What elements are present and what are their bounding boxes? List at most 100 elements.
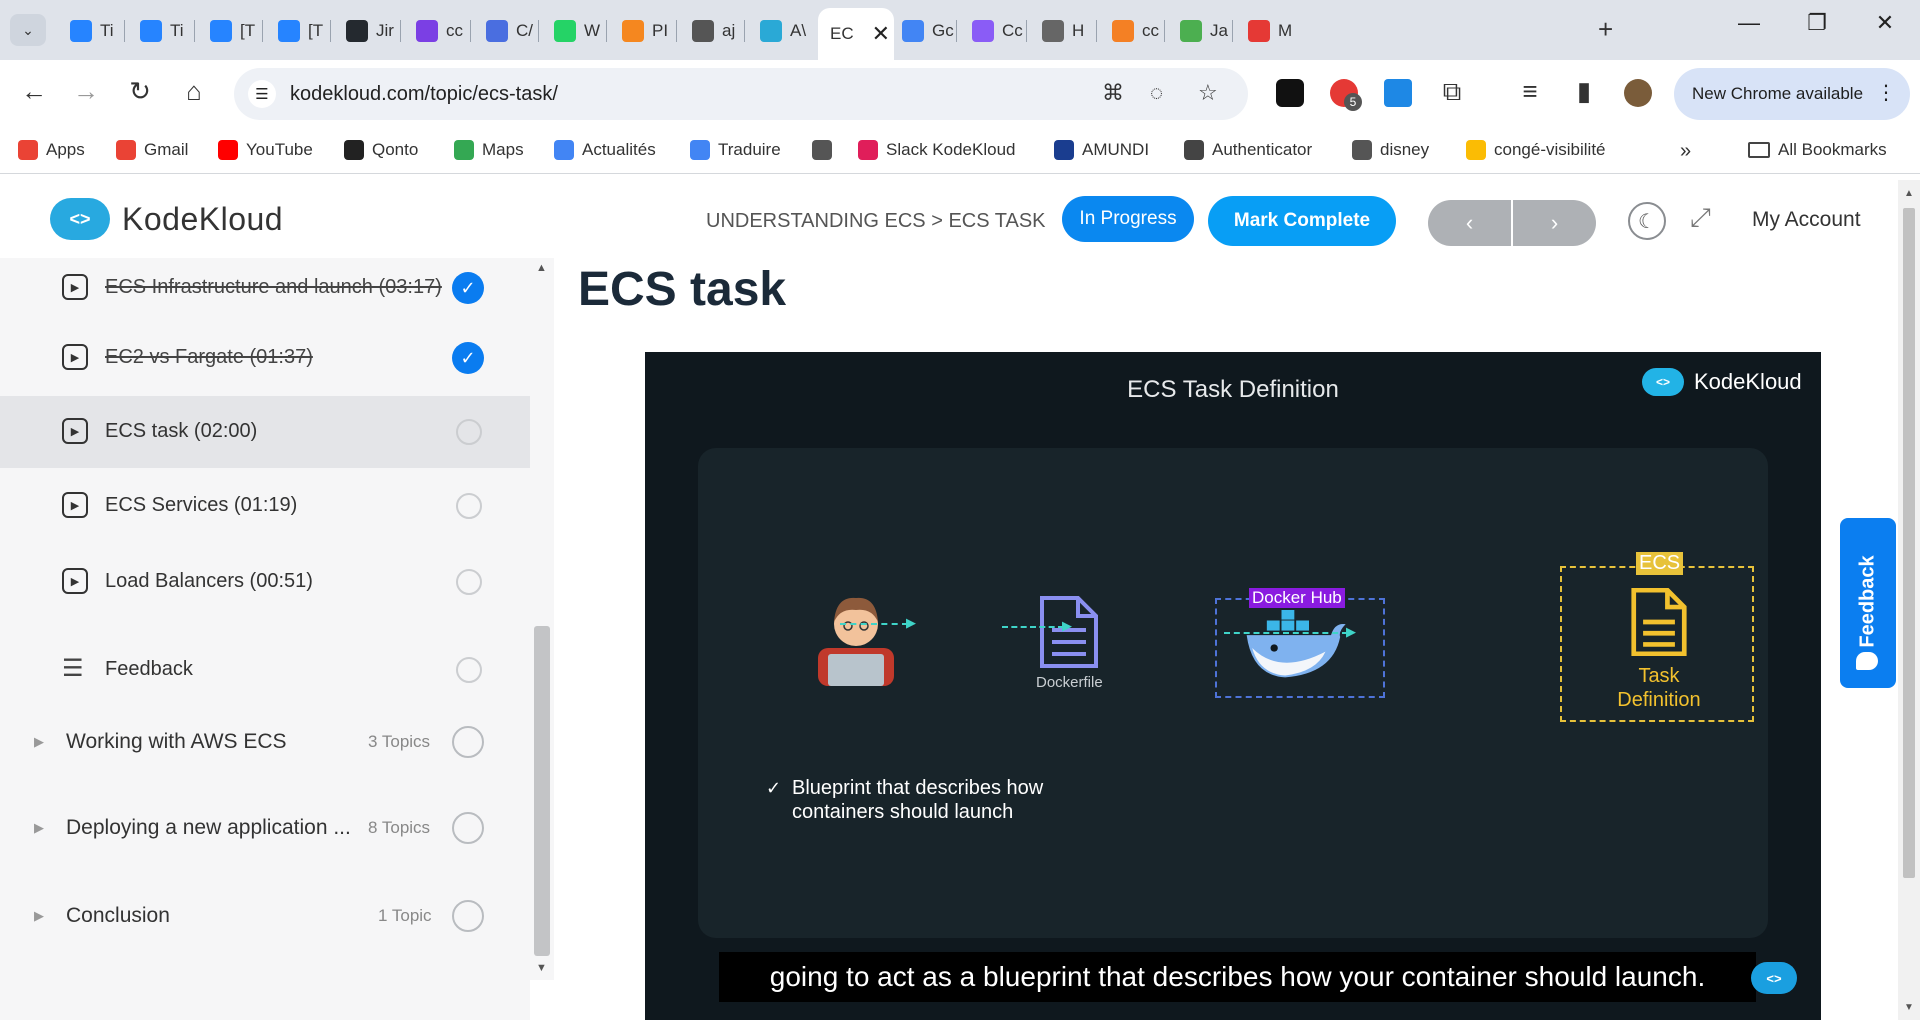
- scroll-down-icon[interactable]: ▼: [1904, 1002, 1914, 1013]
- browser-tab[interactable]: [T: [198, 10, 264, 52]
- folder-icon: [1748, 142, 1770, 158]
- back-arrow-icon[interactable]: ←: [16, 76, 52, 107]
- browser-tab[interactable]: EC ✕: [818, 8, 894, 60]
- scroll-up-icon[interactable]: ▲: [1904, 188, 1914, 199]
- close-window-icon[interactable]: ✕: [1860, 10, 1910, 36]
- minimize-icon[interactable]: —: [1724, 10, 1774, 36]
- bookmarks-overflow-icon[interactable]: »: [1680, 140, 1691, 163]
- expand-caret-icon[interactable]: ▶: [34, 820, 44, 836]
- page-scroll-thumb[interactable]: [1903, 208, 1915, 878]
- expand-caret-icon[interactable]: ▶: [34, 734, 44, 750]
- lesson-item[interactable]: ▶ ECS task (02:00): [0, 396, 530, 468]
- media-control-icon[interactable]: ≡: [1512, 76, 1548, 107]
- section-item[interactable]: ▶ Deploying a new application ... 8 Topics: [0, 798, 530, 858]
- url-text[interactable]: kodekloud.com/topic/ecs-task/: [290, 83, 558, 106]
- browser-tab[interactable]: A\: [748, 10, 814, 52]
- restore-window-icon[interactable]: ❐: [1792, 10, 1842, 36]
- kodekloud-logo[interactable]: <> KodeKloud: [50, 198, 283, 240]
- browser-tab[interactable]: M: [1236, 10, 1302, 52]
- browser-tab[interactable]: cc: [404, 10, 470, 52]
- browser-tab[interactable]: [T: [266, 10, 332, 52]
- next-lesson-button[interactable]: ›: [1511, 200, 1596, 246]
- bookmark-item[interactable]: Maps: [454, 140, 524, 160]
- section-item[interactable]: ▶ Working with AWS ECS 3 Topics: [0, 712, 530, 772]
- new-tab-plus-icon[interactable]: +: [1598, 14, 1613, 45]
- address-bar[interactable]: ☰ kodekloud.com/topic/ecs-task/ ⌘ ◌ ☆: [234, 68, 1248, 120]
- browser-tab[interactable]: W: [542, 10, 608, 52]
- bookmark-item[interactable]: Qonto: [344, 140, 418, 160]
- scroll-up-icon[interactable]: ▲: [536, 262, 547, 274]
- mark-complete-button[interactable]: Mark Complete: [1208, 196, 1396, 246]
- bookmark-favicon-icon: [1054, 140, 1074, 160]
- extension-j-icon[interactable]: [1276, 79, 1304, 107]
- feedback-tab-button[interactable]: Feedback: [1840, 518, 1896, 688]
- browser-tab[interactable]: aj: [680, 10, 746, 52]
- dark-mode-moon-icon[interactable]: ☾: [1628, 202, 1666, 240]
- browser-tab[interactable]: Ti: [128, 10, 194, 52]
- adblock-extension-icon[interactable]: 5: [1330, 79, 1362, 111]
- sidebar-scroll-thumb[interactable]: [534, 626, 550, 956]
- section-item[interactable]: ▶ Conclusion 1 Topic: [0, 886, 530, 946]
- lesson-item[interactable]: ▶ ECS Services (01:19): [0, 470, 530, 542]
- bookmark-item[interactable]: Actualités: [554, 140, 656, 160]
- all-bookmarks-button[interactable]: All Bookmarks: [1748, 140, 1887, 160]
- bookmark-item[interactable]: AMUNDI: [1054, 140, 1149, 160]
- bookmark-item[interactable]: Apps: [18, 140, 85, 160]
- bookmark-item[interactable]: congé-visibilité: [1466, 140, 1606, 160]
- browser-tab[interactable]: Jir: [334, 10, 400, 52]
- translate-icon[interactable]: ⌘: [1102, 80, 1124, 106]
- lesson-item[interactable]: ▶ Load Balancers (00:51): [0, 546, 530, 618]
- bookmark-item[interactable]: disney: [1352, 140, 1429, 160]
- scroll-down-icon[interactable]: ▼: [536, 962, 547, 974]
- sidebar-item-feedback[interactable]: ☰ Feedback: [0, 634, 530, 706]
- arrow-head-icon: ▶: [1062, 618, 1072, 633]
- breadcrumb[interactable]: UNDERSTANDING ECS > ECS TASK: [706, 210, 1046, 233]
- browser-tab[interactable]: C/: [474, 10, 540, 52]
- browser-tab[interactable]: Ti: [58, 10, 124, 52]
- bookmark-item[interactable]: YouTube: [218, 140, 313, 160]
- extensions-puzzle-icon[interactable]: ⧉: [1434, 76, 1470, 108]
- side-panel-icon[interactable]: ▮: [1566, 76, 1602, 107]
- bookmark-item[interactable]: Authenticator: [1184, 140, 1312, 160]
- bookmark-item[interactable]: Slack KodeKloud: [858, 140, 1015, 160]
- bookmark-favicon-icon: [690, 140, 710, 160]
- fullscreen-expand-icon[interactable]: ⤢: [1690, 202, 1711, 234]
- video-logo-text: KodeKloud: [1694, 369, 1802, 394]
- tab-favicon-icon: [1112, 20, 1134, 42]
- bookmark-item[interactable]: Gmail: [116, 140, 188, 160]
- sidebar-scrollbar[interactable]: ▲ ▼: [530, 258, 554, 980]
- hammer-extension-icon[interactable]: [1384, 79, 1412, 107]
- home-icon[interactable]: ⌂: [176, 76, 212, 107]
- expand-caret-icon[interactable]: ▶: [34, 908, 44, 924]
- bookmark-star-icon[interactable]: ☆: [1198, 80, 1218, 106]
- chrome-menu-icon[interactable]: ⋮: [1876, 80, 1896, 105]
- reload-icon[interactable]: ↻: [122, 76, 158, 107]
- previous-lesson-button[interactable]: ‹: [1428, 200, 1511, 246]
- close-tab-icon[interactable]: ✕: [872, 21, 890, 47]
- eye-slash-icon[interactable]: ◌: [1150, 80, 1163, 106]
- video-player[interactable]: ECS Task Definition <> KodeKloud ▶ Docke…: [645, 352, 1821, 1020]
- tab-favicon-icon: [210, 20, 232, 42]
- browser-tab[interactable]: Cc: [960, 10, 1026, 52]
- developer-person-icon: [818, 597, 894, 686]
- cloud-code-icon: <>: [1642, 368, 1684, 396]
- my-account-link[interactable]: My Account: [1752, 208, 1861, 232]
- forward-arrow-icon[interactable]: →: [68, 76, 104, 107]
- new-chrome-available-button[interactable]: New Chrome available ⋮: [1674, 68, 1910, 120]
- browser-tab[interactable]: PI: [610, 10, 676, 52]
- browser-tab[interactable]: cc: [1100, 10, 1166, 52]
- bookmark-item[interactable]: Traduire: [690, 140, 781, 160]
- lesson-title: ECS task (02:00): [105, 420, 258, 442]
- play-icon: ▶: [62, 418, 88, 444]
- profile-avatar[interactable]: [1624, 79, 1652, 107]
- lesson-item[interactable]: ▶ EC2 vs Fargate (01:37) ✓: [0, 322, 530, 394]
- page-scrollbar[interactable]: ▲ ▼: [1898, 180, 1920, 1020]
- browser-tab[interactable]: Gc: [890, 10, 956, 52]
- tab-search-chevron-icon[interactable]: ⌄: [10, 14, 46, 46]
- site-info-icon[interactable]: ☰: [248, 80, 276, 108]
- incomplete-circle-icon: [452, 812, 484, 844]
- bookmark-item[interactable]: [812, 140, 840, 160]
- lesson-item[interactable]: ▶ ECS Infrastructure and launch (03:17) ✓: [0, 258, 530, 324]
- browser-tab[interactable]: H: [1030, 10, 1096, 52]
- browser-tab[interactable]: Ja: [1168, 10, 1234, 52]
